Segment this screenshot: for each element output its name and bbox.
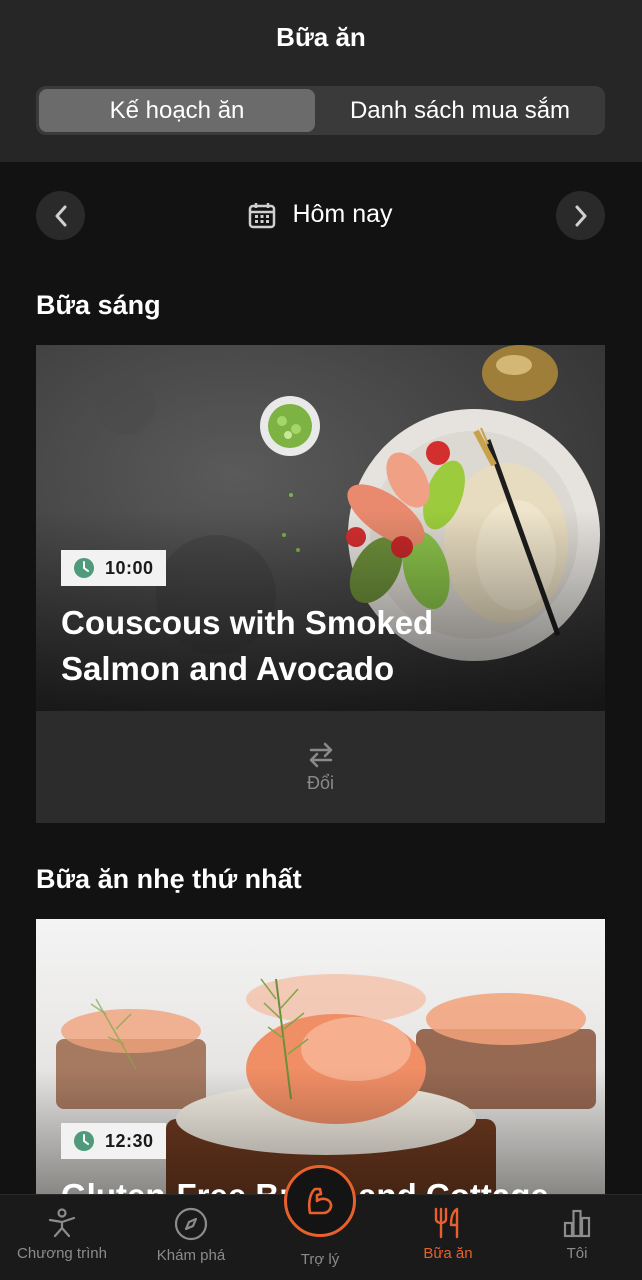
section-title-first-snack: Bữa ăn nhẹ thứ nhất xyxy=(36,864,302,894)
date-navigator: Hôm nay xyxy=(36,191,605,240)
calendar-icon xyxy=(249,202,276,228)
flexed-arm-icon xyxy=(307,1187,333,1215)
date-label-group[interactable]: Hôm nay xyxy=(36,200,605,229)
swap-meal-button[interactable]: Đổi xyxy=(36,711,605,823)
bottom-nav: Chương trình Khám phá Trợ lý Bữa ăn Tôi xyxy=(0,1165,642,1280)
clock-icon xyxy=(74,1131,94,1151)
nav-label: Bữa ăn xyxy=(423,1245,473,1262)
meal-card-first-snack[interactable]: 12:30 Gluten-Free Bread and Cottage xyxy=(36,919,605,1194)
time-badge: 10:00 xyxy=(61,550,166,586)
meal-time: 12:30 xyxy=(105,1130,154,1151)
next-day-button[interactable] xyxy=(556,191,605,240)
meal-card-breakfast[interactable]: 10:00 Couscous with Smoked Salmon and Av… xyxy=(36,345,605,823)
nav-item-me[interactable]: Tôi xyxy=(513,1207,641,1262)
compass-icon xyxy=(174,1207,208,1241)
date-label: Hôm nay xyxy=(292,200,393,228)
nav-label: Chương trình xyxy=(17,1245,107,1262)
meal-name: Couscous with Smoked Salmon and Avocado xyxy=(61,604,434,687)
nav-label: Khám phá xyxy=(156,1247,226,1264)
nav-item-explore[interactable]: Khám phá xyxy=(127,1207,255,1264)
meal-time: 10:00 xyxy=(105,557,154,578)
clock-icon xyxy=(74,558,94,578)
swap-arrows-icon xyxy=(309,742,332,767)
nav-item-assistant[interactable] xyxy=(284,1165,356,1237)
swap-label: Đổi xyxy=(306,772,334,793)
nav-label: Tôi xyxy=(566,1245,588,1262)
chevron-right-icon xyxy=(575,205,586,226)
fork-knife-icon xyxy=(434,1207,459,1239)
section-title-breakfast: Bữa sáng xyxy=(36,290,161,320)
time-badge: 12:30 xyxy=(61,1123,166,1159)
nav-label: Trợ lý xyxy=(300,1251,340,1268)
tab-meal-plan[interactable]: Kế hoạch ăn xyxy=(39,89,315,132)
segmented-control: Kế hoạch ăn Danh sách mua sắm xyxy=(36,86,605,135)
stretching-person-icon xyxy=(48,1208,76,1238)
header: Bữa ăn Kế hoạch ăn Danh sách mua sắm xyxy=(0,0,642,162)
nav-item-meals[interactable]: Bữa ăn xyxy=(384,1207,512,1262)
nav-item-program[interactable]: Chương trình xyxy=(0,1207,126,1262)
page-title: Bữa ăn xyxy=(276,22,366,52)
bar-chart-icon xyxy=(563,1209,591,1238)
tab-shopping-list[interactable]: Danh sách mua sắm xyxy=(318,89,602,132)
